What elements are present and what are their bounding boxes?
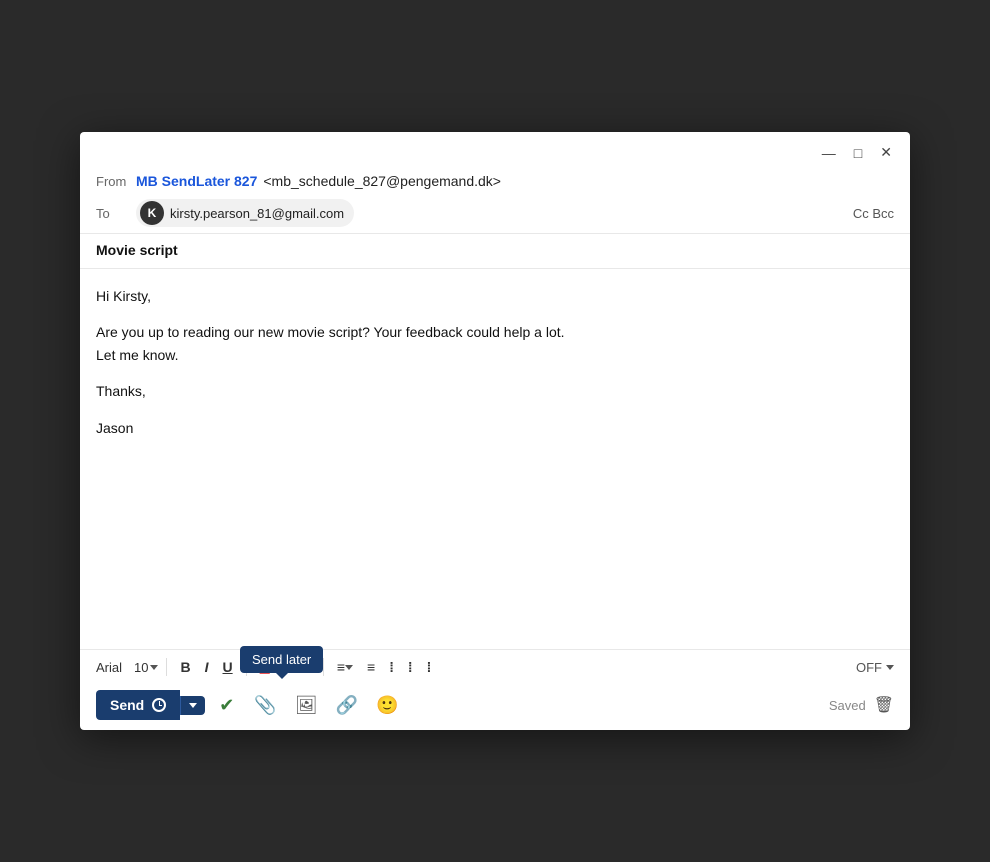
- recipient-email: kirsty.pearson_81@gmail.com: [170, 206, 344, 221]
- toolbar-separator-1: [166, 658, 167, 676]
- outdent-button[interactable]: ⁞: [422, 656, 437, 678]
- off-toggle[interactable]: OFF: [856, 660, 894, 675]
- link-button[interactable]: 🔗: [330, 691, 364, 720]
- check-icon: ✔: [219, 695, 234, 715]
- indent-icon: ⁞: [408, 659, 413, 675]
- unordered-list-button[interactable]: ⁞: [384, 656, 399, 678]
- cc-bcc-button[interactable]: Cc Bcc: [853, 206, 894, 221]
- send-schedule-dropdown-button[interactable]: [180, 696, 205, 715]
- off-label: OFF: [856, 660, 882, 675]
- title-bar: — □ ✕: [80, 132, 910, 169]
- link-icon: 🔗: [336, 695, 358, 715]
- toolbar-separator-3: [323, 658, 324, 676]
- body-closing: Thanks,: [96, 380, 894, 402]
- send-later-tooltip: Send later: [240, 646, 323, 673]
- ordered-list-icon: ≡: [367, 659, 375, 675]
- send-button[interactable]: Send: [96, 690, 180, 720]
- recipient-chip[interactable]: K kirsty.pearson_81@gmail.com: [136, 199, 354, 227]
- image-icon: 🖼: [295, 695, 318, 715]
- attachment-button[interactable]: 📎: [248, 691, 282, 720]
- to-row: To K kirsty.pearson_81@gmail.com Cc Bcc: [80, 195, 910, 234]
- subject-text: Movie script: [96, 242, 178, 258]
- send-label: Send: [110, 697, 144, 713]
- saved-status: Saved 🗑: [829, 695, 894, 715]
- send-schedule-chevron-icon: [189, 703, 197, 708]
- underline-button[interactable]: U: [218, 656, 238, 678]
- bold-button[interactable]: B: [175, 656, 195, 678]
- sender-name: MB SendLater 827: [136, 173, 257, 189]
- to-label: To: [96, 206, 136, 221]
- schedule-clock-icon: [152, 698, 166, 712]
- font-size-selector[interactable]: 10: [134, 660, 158, 675]
- body-signature: Jason: [96, 417, 894, 439]
- align-chevron-icon: [345, 665, 353, 670]
- emoji-icon: 🙂: [376, 695, 398, 715]
- action-toolbar: Send Send later ✔ 📎 🖼 🔗 🙂 Saved: [80, 684, 910, 730]
- subject-row: Movie script: [80, 234, 910, 269]
- recipient-avatar: K: [140, 201, 164, 225]
- email-body[interactable]: Hi Kirsty, Are you up to reading our new…: [80, 269, 910, 649]
- minimize-button[interactable]: —: [818, 143, 840, 163]
- delete-icon: 🗑: [874, 697, 894, 714]
- italic-button[interactable]: I: [200, 656, 214, 678]
- check-button[interactable]: ✔: [211, 691, 242, 720]
- font-size-chevron-icon: [150, 665, 158, 670]
- formatting-toolbar: Arial 10 B I U A A ≡ ≡ ⁞ ⁞: [80, 649, 910, 684]
- from-label: From: [96, 174, 136, 189]
- align-button[interactable]: ≡: [332, 656, 358, 678]
- off-chevron-icon: [886, 665, 894, 670]
- window-controls: — □ ✕: [818, 142, 896, 163]
- ordered-list-button[interactable]: ≡: [362, 656, 380, 678]
- body-greeting: Hi Kirsty,: [96, 285, 894, 307]
- tooltip-label: Send later: [252, 652, 311, 667]
- attachment-icon: 📎: [254, 695, 276, 715]
- maximize-button[interactable]: □: [850, 143, 866, 163]
- send-group: Send: [96, 690, 205, 720]
- font-name: Arial: [96, 660, 122, 675]
- body-content: Are you up to reading our new movie scri…: [96, 321, 894, 366]
- sender-email: <mb_schedule_827@pengemand.dk>: [263, 173, 501, 189]
- font-size-value: 10: [134, 660, 148, 675]
- unordered-list-icon: ⁞: [389, 659, 394, 675]
- indent-button[interactable]: ⁞: [403, 656, 418, 678]
- outdent-icon: ⁞: [427, 659, 432, 675]
- align-icon: ≡: [337, 659, 345, 675]
- emoji-button[interactable]: 🙂: [370, 691, 404, 720]
- compose-window: — □ ✕ From MB SendLater 827 <mb_schedule…: [80, 132, 910, 730]
- close-button[interactable]: ✕: [876, 142, 896, 163]
- from-row: From MB SendLater 827 <mb_schedule_827@p…: [80, 169, 910, 195]
- saved-label: Saved: [829, 698, 866, 713]
- image-button[interactable]: 🖼: [289, 691, 324, 720]
- delete-button[interactable]: 🗑: [874, 695, 894, 715]
